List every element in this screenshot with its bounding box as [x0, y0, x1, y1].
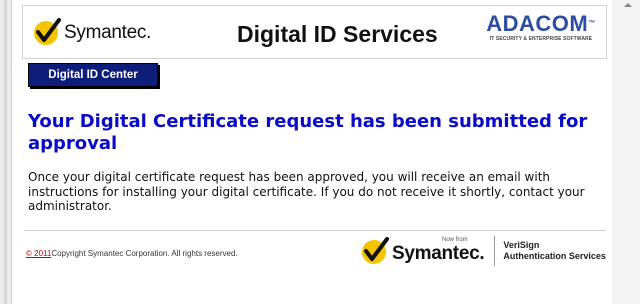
adacom-logo: ADACOM™ IT SECURITY & ENTERPRISE SOFTWAR… — [481, 12, 601, 43]
verisign-label: VeriSign Authentication Services — [503, 240, 606, 262]
footer-checkmark-icon — [360, 236, 390, 266]
left-scrollbar[interactable] — [0, 0, 12, 304]
header-banner: Symantec. Digital ID Services ADACOM™ IT… — [22, 5, 607, 59]
footer-symantec-wordmark: Symantec. — [392, 243, 485, 264]
verisign-line-2: Authentication Services — [503, 251, 606, 261]
right-scrollbar[interactable] — [612, 0, 640, 304]
trademark-mark: ™ — [588, 20, 596, 27]
now-from-label: Now from — [442, 237, 468, 243]
copyright-text: Copyright Symantec Corporation. All righ… — [51, 249, 238, 258]
symantec-wordmark: Symantec. — [64, 22, 152, 43]
page-content: Symantec. Digital ID Services ADACOM™ IT… — [16, 0, 608, 304]
copyright-link[interactable]: © 2011 — [26, 249, 51, 258]
chevron-up-icon[interactable] — [624, 3, 632, 7]
digital-id-center-button[interactable]: Digital ID Center — [28, 63, 158, 87]
confirmation-message: Once your digital certificate request ha… — [28, 170, 585, 213]
checkmark-icon — [32, 17, 62, 47]
verisign-line-1: VeriSign — [503, 240, 540, 250]
left-scrollbar-thumb[interactable] — [4, 0, 7, 304]
copyright-notice: © 2011Copyright Symantec Corporation. Al… — [26, 249, 238, 258]
footer-divider — [494, 236, 496, 266]
footer-symantec-logo: Now from Symantec. VeriSign Authenticati… — [360, 236, 606, 266]
confirmation-heading: Your Digital Certificate request has bee… — [28, 111, 588, 154]
symantec-logo: Symantec. — [32, 17, 151, 47]
page-title: Digital ID Services — [237, 21, 438, 47]
footer: © 2011Copyright Symantec Corporation. Al… — [24, 230, 606, 271]
adacom-tagline: IT SECURITY & ENTERPRISE SOFTWARE — [489, 36, 593, 42]
adacom-wordmark: ADACOM — [486, 11, 589, 36]
